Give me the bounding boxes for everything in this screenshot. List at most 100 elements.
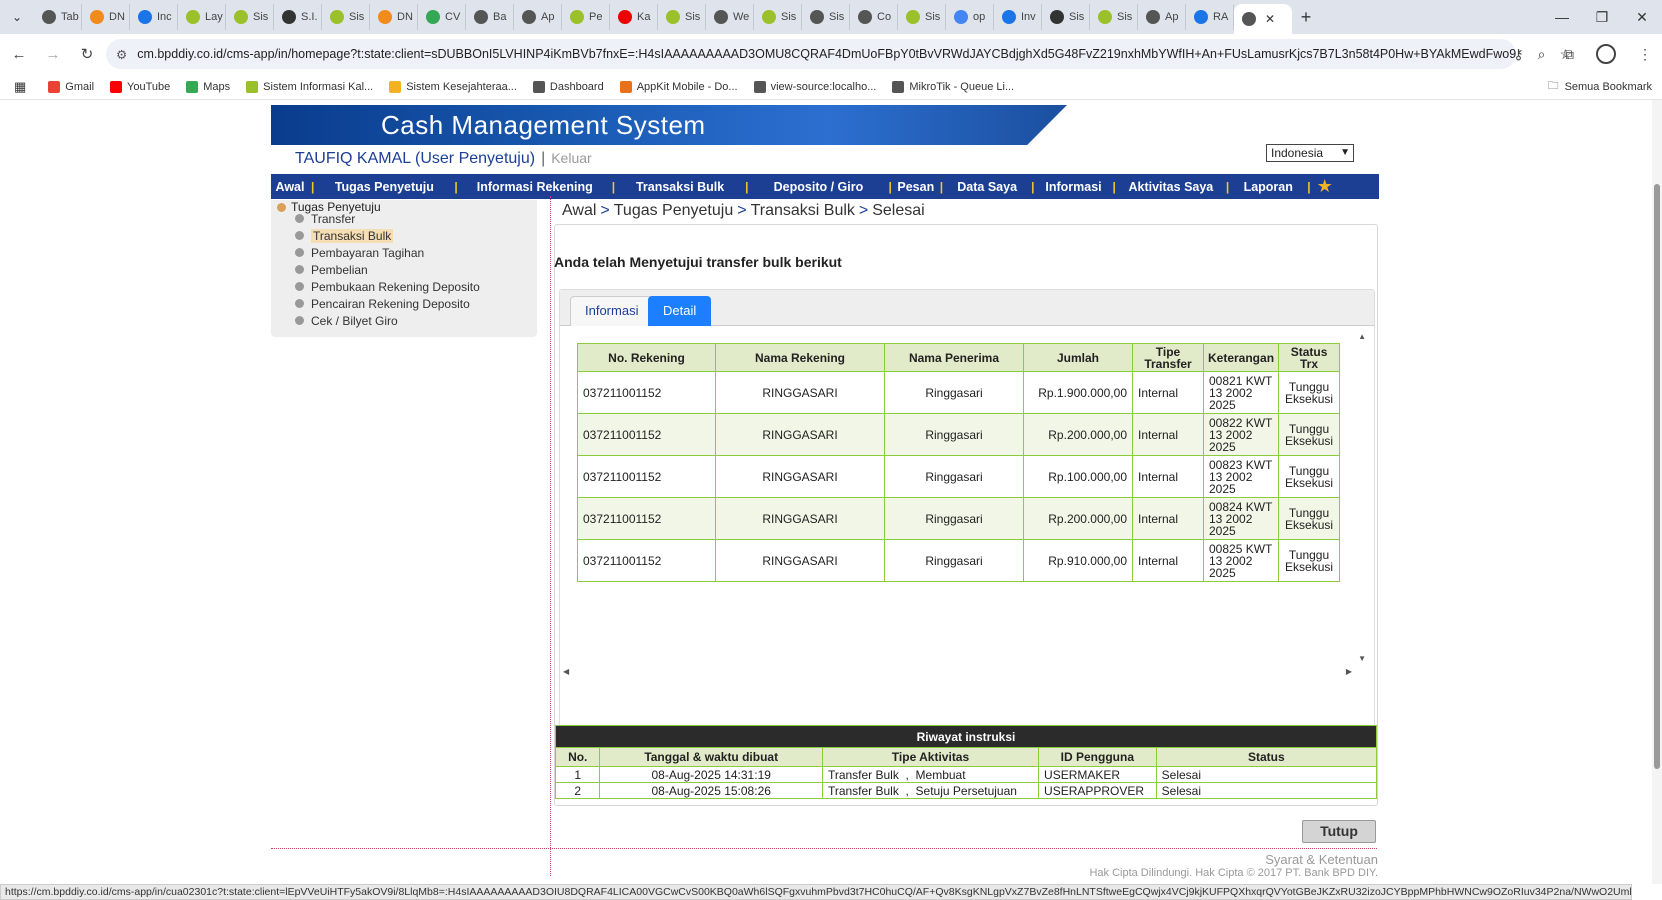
table-cell: Internal (1132, 539, 1204, 582)
tab-informasi[interactable]: Informasi (570, 296, 654, 326)
back-button[interactable]: ← (4, 39, 34, 69)
bookmark-item[interactable]: Sistem Informasi Kal... (246, 80, 373, 93)
browser-tab[interactable]: Ap (514, 4, 562, 30)
browser-tab[interactable]: Sis (1090, 4, 1138, 30)
browser-tab-active[interactable]: ✕ (1234, 4, 1292, 34)
profile-avatar[interactable] (1596, 44, 1616, 64)
activity-action: Setuju Persetujuan (915, 783, 1017, 798)
browser-tab[interactable]: DN (82, 4, 130, 30)
browser-tab[interactable]: Lay (178, 4, 226, 30)
close-button[interactable]: Tutup (1302, 820, 1376, 843)
browser-tab[interactable]: Sis (658, 4, 706, 30)
bookmark-item[interactable]: MikroTik - Queue Li... (892, 80, 1014, 93)
tab-detail[interactable]: Detail (648, 296, 712, 326)
favorite-star-icon[interactable]: ★ (1317, 176, 1333, 197)
browser-tab[interactable]: Inc (130, 4, 178, 30)
all-bookmarks-label: Semua Bookmark (1564, 80, 1652, 93)
close-window-button[interactable]: ✕ (1622, 0, 1662, 34)
new-tab-button[interactable]: + (1292, 7, 1320, 28)
browser-tab[interactable]: Sis (226, 4, 274, 30)
browser-tab[interactable]: We (706, 4, 754, 30)
browser-tab[interactable]: Tab (34, 4, 82, 30)
scroll-down-icon[interactable]: ▼ (1358, 654, 1366, 663)
zoom-icon[interactable]: ⌕ (1538, 46, 1546, 63)
url-omnibox[interactable]: ⚙ cm.bpddiy.co.id/cms-app/in/homepage?t:… (106, 39, 1516, 69)
browser-tab[interactable]: Pe (562, 4, 610, 30)
browser-tab[interactable]: op (946, 4, 994, 30)
browser-tab[interactable]: Ap (1138, 4, 1186, 30)
breadcrumb-item[interactable]: Awal (562, 202, 596, 219)
all-bookmarks[interactable]: 🗀 Semua Bookmark (1548, 77, 1652, 96)
site-settings-icon[interactable]: ⚙ (116, 47, 127, 62)
globe-icon (753, 80, 766, 93)
minimize-button[interactable]: — (1542, 0, 1582, 34)
nav-item-aktivitas-saya[interactable]: Aktivitas Saya (1118, 180, 1224, 194)
bookmark-item[interactable]: view-source:localho... (753, 80, 876, 93)
nav-item-informasi-rekening[interactable]: Informasi Rekening (460, 180, 610, 194)
language-select[interactable]: Indonesia ▼ (1266, 144, 1354, 162)
bookmark-item[interactable]: AppKit Mobile - Do... (619, 80, 738, 93)
nav-item-laporan[interactable]: Laporan (1231, 180, 1305, 194)
nav-item-data-saya[interactable]: Data Saya (945, 180, 1029, 194)
nav-item-awal[interactable]: Awal (271, 180, 309, 194)
browser-tab[interactable]: Co (850, 4, 898, 30)
browser-tab[interactable]: Sis (754, 4, 802, 30)
menu-kebab-icon[interactable]: ⋮ (1638, 46, 1652, 63)
browser-tab[interactable]: Sis (322, 4, 370, 30)
bookmark-item[interactable]: YouTube (110, 80, 171, 93)
nav-item-informasi[interactable]: Informasi (1037, 180, 1111, 194)
tab-favicon-icon (1146, 10, 1160, 24)
browser-tab[interactable]: Sis (1042, 4, 1090, 30)
sidebar-item[interactable]: Pembelian (295, 261, 480, 278)
sidebar-item[interactable]: Pembayaran Tagihan (295, 244, 480, 261)
breadcrumb-item[interactable]: Transaksi Bulk (751, 202, 855, 219)
sidebar-item[interactable]: Transfer (295, 210, 480, 227)
page-scrollbar[interactable] (1652, 100, 1662, 884)
browser-tab[interactable]: Ba (466, 4, 514, 30)
sidebar-item[interactable]: Pencairan Rekening Deposito (295, 295, 480, 312)
browser-tab[interactable]: S.I. (274, 4, 322, 30)
sidebar-item[interactable]: Cek / Bilyet Giro (295, 312, 480, 329)
bookmark-item[interactable]: Gmail (48, 80, 94, 93)
nav-item-tugas-penyetuju[interactable]: Tugas Penyetuju (316, 180, 452, 194)
apps-grid-icon[interactable]: ▦ (14, 79, 26, 95)
sidebar-item[interactable]: Transaksi Bulk (295, 227, 480, 244)
browser-tab[interactable]: RA (1186, 4, 1234, 30)
breadcrumb-item[interactable]: Tugas Penyetuju (614, 202, 733, 219)
bookmark-item[interactable]: Dashboard (532, 80, 604, 93)
bookmark-item[interactable]: Sistem Kesejahteraa... (389, 80, 517, 93)
table-cell: 037211001152 (577, 455, 716, 498)
logout-link[interactable]: Keluar (551, 150, 591, 166)
breadcrumb-separator: > (858, 202, 869, 219)
browser-tab[interactable]: Ka (610, 4, 658, 30)
scrollbar-thumb[interactable] (1654, 184, 1660, 769)
bookmark-item[interactable]: Maps (186, 80, 230, 93)
key-icon[interactable]: ⚷ (1513, 46, 1523, 63)
table-row: 037211001152 RINGGASARI Ringgasari Rp.1.900… (577, 371, 1341, 414)
tab-search-chevron-icon[interactable]: ⌄ (0, 0, 34, 34)
scroll-right-icon[interactable]: ▶ (1346, 667, 1352, 676)
browser-tab[interactable]: Inv (994, 4, 1042, 30)
tab-favicon-icon (1098, 10, 1112, 24)
table-cell: Tunggu Eksekusi (1278, 413, 1341, 456)
scroll-up-icon[interactable]: ▲ (1358, 332, 1366, 341)
terms-link[interactable]: Syarat & Ketentuan (1265, 852, 1378, 867)
scroll-left-icon[interactable]: ◀ (563, 667, 569, 676)
sidebar-item[interactable]: Pembukaan Rekening Deposito (295, 278, 480, 295)
nav-item-transaksi-bulk[interactable]: Transaksi Bulk (617, 180, 743, 194)
browser-tab[interactable]: Sis (898, 4, 946, 30)
extensions-icon[interactable]: ⧉ (1564, 46, 1574, 63)
browser-tab[interactable]: CV (418, 4, 466, 30)
close-tab-icon[interactable]: ✕ (1265, 12, 1275, 26)
nav-item-deposito-giro[interactable]: Deposito / Giro (750, 180, 886, 194)
bookmark-label: YouTube (127, 80, 171, 93)
tab-favicon-icon (1242, 12, 1256, 26)
forward-button[interactable]: → (38, 39, 68, 69)
browser-tab[interactable]: DN (370, 4, 418, 30)
restore-button[interactable]: ❐ (1582, 0, 1622, 34)
chevron-down-icon: ▼ (1340, 147, 1350, 158)
tab-label: S.I. (301, 11, 318, 23)
nav-item-pesan[interactable]: Pesan (894, 180, 938, 194)
browser-tab[interactable]: Sis (802, 4, 850, 30)
reload-button[interactable]: ↻ (72, 39, 102, 69)
